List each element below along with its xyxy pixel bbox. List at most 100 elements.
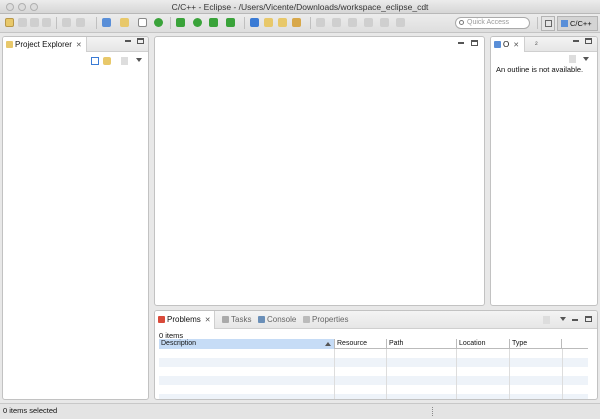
project-explorer-tabbar: Project Explorer ✕ <box>3 37 148 52</box>
new-class-icon[interactable] <box>154 18 163 27</box>
close-tab-icon[interactable]: ✕ <box>76 42 82 49</box>
window-titlebar: C/C++ - Eclipse - /Users/Vicente/Downloa… <box>0 0 600 14</box>
new-cpp-project-icon[interactable] <box>102 18 111 27</box>
toolbar-separator <box>96 17 97 29</box>
view-toolbar-icon[interactable] <box>569 55 576 63</box>
cpp-perspective-icon <box>561 20 568 27</box>
save-icon[interactable] <box>18 18 27 27</box>
search-icon[interactable] <box>278 18 287 27</box>
column-divider <box>456 349 457 399</box>
view-toolbar-icon[interactable] <box>543 316 550 324</box>
column-header-type[interactable]: Type <box>510 339 562 349</box>
minimize-editor-icon[interactable] <box>458 42 464 44</box>
save-all-icon[interactable] <box>30 18 39 27</box>
maximize-view-icon[interactable] <box>585 316 592 322</box>
toolbar-separator <box>310 17 311 29</box>
new-file-icon[interactable] <box>138 18 147 27</box>
outline-tabbar: O ✕ ² <box>491 37 597 52</box>
problems-icon <box>158 316 165 323</box>
tab-console[interactable]: Console <box>255 311 299 329</box>
new-folder-icon[interactable] <box>120 18 129 27</box>
toolbar-separator <box>244 17 245 29</box>
maximize-view-icon[interactable] <box>137 38 144 44</box>
debug-icon[interactable] <box>176 18 185 27</box>
table-row <box>159 394 588 399</box>
view-menu-filter-icon[interactable] <box>121 57 128 65</box>
print-icon[interactable] <box>42 18 51 27</box>
maximize-view-icon[interactable] <box>585 38 592 44</box>
tab-project-explorer[interactable]: Project Explorer ✕ <box>3 37 87 52</box>
status-text: 0 items selected <box>3 406 58 415</box>
highlight-icon[interactable] <box>292 18 301 27</box>
view-menu-chevron-icon[interactable] <box>136 58 142 62</box>
quick-access-field[interactable]: Quick Access <box>455 17 530 29</box>
column-header-path[interactable]: Path <box>387 339 457 349</box>
link-with-editor-icon[interactable] <box>103 57 111 65</box>
outline-message: An outline is not available. <box>496 65 584 74</box>
problems-table-header: Description Resource Path Location Type <box>159 339 588 349</box>
back-icon[interactable] <box>364 18 373 27</box>
external-tools-icon[interactable] <box>226 18 235 27</box>
tab-problems[interactable]: Problems ✕ <box>155 311 215 329</box>
console-tab-label: Console <box>267 315 297 324</box>
tab-tasks[interactable]: Tasks <box>219 311 253 329</box>
window-title: C/C++ - Eclipse - /Users/Vicente/Downloa… <box>171 2 429 12</box>
column-header-label: Type <box>512 340 528 347</box>
outline-view: O ✕ ² An outline is not available. <box>490 36 598 306</box>
column-header-label: Resource <box>337 340 367 347</box>
new-icon[interactable] <box>5 18 14 27</box>
column-divider <box>386 349 387 399</box>
minimize-view-icon[interactable] <box>572 319 578 321</box>
minimize-view-icon[interactable] <box>573 40 579 42</box>
hidden-views-count: ² <box>535 40 538 49</box>
tasks-icon <box>222 316 229 323</box>
editor-area <box>154 36 485 306</box>
zoom-window-button[interactable] <box>30 3 38 11</box>
forward-icon[interactable] <box>380 18 389 27</box>
profile-icon[interactable] <box>209 18 218 27</box>
outline-tab-label: O <box>503 40 510 49</box>
toolbar-separator <box>537 17 538 29</box>
open-perspective-button[interactable] <box>541 16 555 31</box>
build-config-icon[interactable] <box>76 18 85 27</box>
view-menu-chevron-icon[interactable] <box>560 317 566 321</box>
project-explorer-view: Project Explorer ✕ <box>2 36 149 400</box>
project-explorer-icon <box>6 41 13 48</box>
table-row <box>159 358 588 367</box>
properties-tab-label: Properties <box>312 315 349 324</box>
cpp-perspective-button[interactable]: C/C++ <box>557 16 598 31</box>
column-divider <box>509 349 510 399</box>
maximize-editor-icon[interactable] <box>471 40 478 46</box>
tasks-tab-label: Tasks <box>231 315 252 324</box>
outline-icon <box>494 41 501 48</box>
console-icon <box>258 316 265 323</box>
tab-hidden-views[interactable]: ² <box>529 37 547 52</box>
tab-properties[interactable]: Properties <box>300 311 350 329</box>
column-header-location[interactable]: Location <box>457 339 510 349</box>
minimize-view-icon[interactable] <box>125 40 131 42</box>
column-header-label: Path <box>389 340 404 347</box>
column-header-description[interactable]: Description <box>159 339 335 349</box>
build-icon[interactable] <box>62 18 71 27</box>
next-annotation-icon[interactable] <box>316 18 325 27</box>
table-row <box>159 376 588 385</box>
close-tab-icon[interactable]: ✕ <box>513 42 519 49</box>
close-tab-icon[interactable]: ✕ <box>205 317 211 324</box>
last-edit-icon[interactable] <box>348 18 357 27</box>
project-explorer-tab-label: Project Explorer <box>15 40 72 49</box>
run-icon[interactable] <box>193 18 202 27</box>
tab-outline[interactable]: O ✕ <box>491 37 525 52</box>
problems-tabbar: Problems ✕ Tasks Console Properties <box>155 311 597 329</box>
close-window-button[interactable] <box>6 3 14 11</box>
open-type-icon[interactable] <box>250 18 259 27</box>
collapse-all-icon[interactable] <box>91 57 99 65</box>
status-bar-grip[interactable] <box>432 407 434 416</box>
previous-annotation-icon[interactable] <box>332 18 341 27</box>
minimize-window-button[interactable] <box>18 3 26 11</box>
column-header-resource[interactable]: Resource <box>335 339 387 349</box>
pin-icon[interactable] <box>396 18 405 27</box>
properties-icon <box>303 316 310 323</box>
perspective-label: C/C++ <box>570 19 592 28</box>
open-element-icon[interactable] <box>264 18 273 27</box>
view-menu-chevron-icon[interactable] <box>583 57 589 61</box>
